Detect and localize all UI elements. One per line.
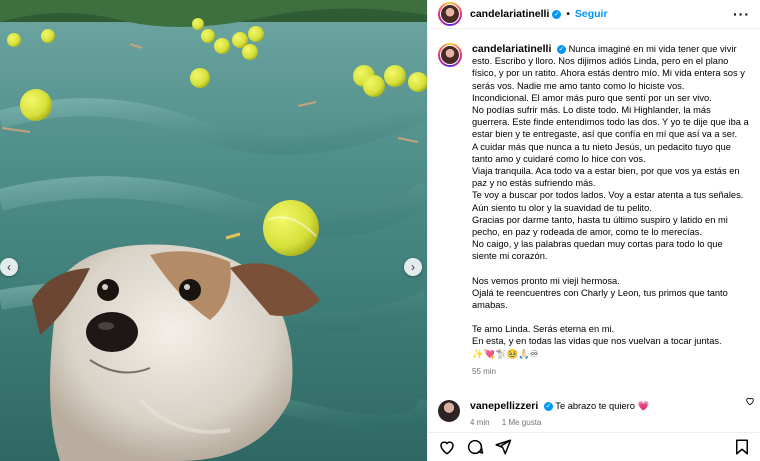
caption: candelariatinelli ✓ Nunca imaginé en mi …	[428, 29, 760, 378]
chevron-right-icon[interactable]: ›	[404, 258, 422, 276]
comment-emoji: 💗	[637, 401, 650, 411]
bookmark-icon[interactable]	[733, 438, 751, 456]
comment-body: vanepellizzeri ✓ Te abrazo te quiero 💗 4…	[470, 400, 649, 427]
caption-line: A cuidar más que nunca a tu nieto Jesús,…	[472, 141, 731, 164]
post-header: candelariatinelli ✓ • Seguir ···	[428, 0, 760, 29]
comment-username[interactable]: vanepellizzeri	[470, 400, 538, 412]
dog	[32, 244, 320, 461]
comment-like-heart-icon[interactable]	[745, 396, 755, 409]
caption-line: Nos vemos pronto mi vieji hermosa.	[472, 275, 620, 286]
comment-meta: 4 min 1 Me gusta	[470, 418, 649, 427]
separator: •	[566, 8, 570, 20]
verified-badge-icon: ✓	[556, 45, 566, 55]
post-sidebar: candelariatinelli ✓ • Seguir ··· candela…	[427, 0, 760, 461]
avatar[interactable]	[438, 43, 462, 67]
caption-line: Gracias por darme tanto, hasta tu último…	[472, 214, 728, 238]
caption-line: Te voy a buscar por todos lados. Voy a e…	[472, 190, 744, 201]
chevron-left-icon[interactable]: ‹	[0, 258, 18, 276]
more-options-icon[interactable]: ···	[733, 6, 750, 22]
comment-likes[interactable]: 1 Me gusta	[502, 418, 542, 427]
comment-text: Te abrazo te quiero	[555, 401, 635, 411]
caption-line: Te amo Linda. Serás eterna en mi.	[472, 324, 615, 335]
post-viewer: ‹ › candelariatinelli ✓ • Seguir ··· can…	[0, 0, 760, 461]
caption-emojis: ✨💘🐩🥹🙏🏻♾	[472, 348, 539, 359]
author-username[interactable]: candelariatinelli	[470, 8, 549, 20]
post-time[interactable]: 55 min	[472, 366, 750, 378]
verified-badge-icon: ✓	[552, 9, 562, 19]
caption-line: En esta, y en todas las vidas que nos vu…	[472, 336, 722, 347]
comment-icon[interactable]	[466, 438, 484, 456]
caption-line: Ojalá te reencuentres con Charly y Leon,…	[472, 287, 728, 311]
heart-icon[interactable]	[438, 438, 456, 456]
caption-line: No podías sufrir más. Lo diste todo. Mi …	[472, 105, 749, 140]
comment-time[interactable]: 4 min	[470, 418, 490, 427]
follow-button[interactable]: Seguir	[575, 8, 608, 20]
verified-badge-icon: ✓	[543, 402, 553, 412]
post-image[interactable]: ‹ ›	[0, 0, 427, 461]
caption-line: No caigo, y las palabras quedan muy cort…	[472, 239, 723, 262]
caption-line: Aún siento tu olor y la suavidad de tu p…	[472, 202, 652, 213]
caption-line: Viaja tranquila. Aca todo va a estar bie…	[472, 166, 740, 189]
caption-body: candelariatinelli ✓ Nunca imaginé en mi …	[472, 43, 750, 378]
dog-photo	[0, 0, 427, 461]
caption-line: Incondicional. El amor más puro que sent…	[472, 92, 712, 103]
share-icon[interactable]	[494, 438, 512, 456]
caption-username[interactable]: candelariatinelli	[472, 43, 551, 55]
avatar[interactable]	[438, 2, 462, 26]
avatar[interactable]	[438, 400, 460, 422]
comment-item: vanepellizzeri ✓ Te abrazo te quiero 💗 4…	[428, 390, 760, 427]
action-bar	[428, 432, 760, 461]
